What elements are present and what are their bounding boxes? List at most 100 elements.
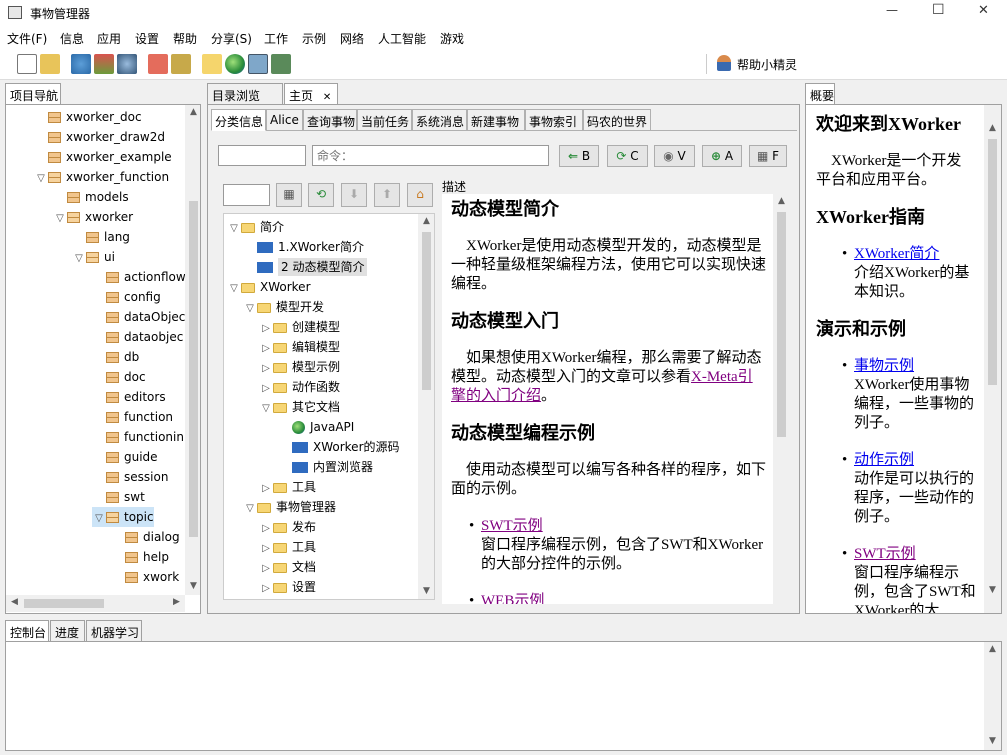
menu-file[interactable]: 文件(F)	[7, 30, 47, 47]
things-example-link[interactable]: 事物示例	[854, 358, 914, 374]
project-tree-item[interactable]: xworker_draw2d	[34, 127, 165, 147]
plugin-icon[interactable]	[171, 54, 191, 74]
action-example-link[interactable]: 动作示例	[854, 452, 914, 468]
overview-vscroll[interactable]: ▲ ▼	[984, 105, 1001, 613]
category-tree-item[interactable]: ▷ 动作函数	[259, 377, 340, 397]
collapse-arrow-icon[interactable]: ▷	[259, 359, 273, 379]
refresh-c-button[interactable]: ⟳ C	[607, 145, 648, 167]
collapse-arrow-icon[interactable]: ▷	[259, 539, 273, 559]
collapse-arrow-icon[interactable]: ▷	[259, 579, 273, 599]
menu-settings[interactable]: 设置	[135, 30, 159, 47]
category-tree-item[interactable]: ▽ 事物管理器	[243, 497, 336, 517]
category-tree-item[interactable]: ▷ 编辑模型	[259, 337, 340, 357]
expand-arrow-icon[interactable]: ▽	[259, 399, 273, 419]
tree-home-button[interactable]: ⌂	[407, 183, 433, 207]
menu-examples[interactable]: 示例	[302, 30, 326, 47]
project-tree-vscroll[interactable]: ▲ ▼	[185, 105, 200, 595]
category-tree-item[interactable]: ▽ XWorker	[227, 277, 310, 299]
category-subtab[interactable]: 系统消息	[412, 109, 467, 131]
tree-up-button[interactable]: ⬆	[374, 183, 400, 207]
category-tree-item[interactable]: ▷ 创建模型	[259, 317, 340, 337]
find-f-button[interactable]: ▦ F	[749, 145, 787, 167]
web-example-link[interactable]: WEB示例	[481, 593, 544, 604]
project-tree-item[interactable]: ▽ xworker_function	[34, 167, 169, 187]
scroll-up-arrow[interactable]: ▲	[773, 196, 790, 206]
project-tree-item[interactable]: config	[92, 287, 161, 307]
project-tree-item[interactable]: help	[111, 547, 169, 567]
category-subtab[interactable]: 分类信息	[211, 109, 266, 131]
new-file-icon[interactable]	[17, 54, 37, 74]
scroll-up-arrow[interactable]: ▲	[185, 107, 200, 117]
expand-arrow-icon[interactable]: ▽	[34, 169, 48, 189]
menu-work[interactable]: 工作	[264, 30, 288, 47]
category-subtab[interactable]: 当前任务	[357, 109, 412, 131]
scroll-left-arrow[interactable]: ◀	[6, 597, 23, 607]
project-tree-item[interactable]: dataObjec	[92, 307, 185, 327]
expand-arrow-icon[interactable]: ▽	[72, 249, 86, 269]
tab-machine-learning[interactable]: 机器学习	[86, 620, 142, 642]
menu-app[interactable]: 应用	[97, 30, 121, 47]
project-tree-item[interactable]: xworker_doc	[34, 107, 142, 127]
view-v-button[interactable]: ◉ V	[654, 145, 695, 167]
scroll-right-arrow[interactable]: ▶	[168, 597, 185, 607]
scroll-thumb[interactable]	[988, 139, 997, 385]
tab-progress[interactable]: 进度	[50, 620, 85, 642]
category-tree-item[interactable]: ▽ 模型开发	[243, 297, 324, 317]
monitor-icon[interactable]	[271, 54, 291, 74]
scroll-down-arrow[interactable]: ▼	[984, 736, 1001, 746]
expand-arrow-icon[interactable]: ▽	[53, 209, 67, 229]
add-a-button[interactable]: ⊕ A	[702, 145, 742, 167]
category-tree-item[interactable]: ▽ 其它文档	[259, 397, 340, 417]
expand-arrow-icon[interactable]: ▽	[227, 279, 241, 299]
tab-directory-browse[interactable]: 目录浏览	[207, 83, 283, 105]
tab-overview[interactable]: 概要	[805, 83, 835, 105]
scroll-thumb[interactable]	[422, 232, 431, 390]
search-input[interactable]	[218, 145, 306, 166]
category-tree-item[interactable]: ▷ 工具	[259, 477, 316, 497]
project-tree-item[interactable]: doc	[92, 367, 146, 387]
category-tree-item[interactable]: ▷ 工具	[259, 537, 316, 557]
project-tree-item[interactable]: function	[92, 407, 173, 427]
project-tree-item[interactable]: guide	[92, 447, 158, 467]
scroll-thumb[interactable]	[777, 212, 786, 437]
collapse-arrow-icon[interactable]: ▷	[259, 379, 273, 399]
tab-console[interactable]: 控制台	[5, 620, 49, 642]
project-tree-item[interactable]: xworker_example	[34, 147, 172, 167]
helper-button[interactable]: 帮助小精灵	[737, 56, 797, 73]
category-tree-vscroll[interactable]: ▲ ▼	[418, 214, 434, 599]
scroll-down-arrow[interactable]: ▼	[185, 581, 200, 591]
swt-example-link[interactable]: SWT示例	[481, 518, 543, 534]
category-tree-item[interactable]: ▷ 模型示例	[259, 357, 340, 377]
category-subtab[interactable]: 事物索引	[525, 109, 583, 131]
scroll-up-arrow[interactable]: ▲	[984, 644, 1001, 654]
globe-icon[interactable]	[225, 54, 245, 74]
category-tree-item[interactable]: ▷ 设置	[259, 577, 316, 597]
project-tree-item[interactable]: editors	[92, 387, 166, 407]
tree-filter-input[interactable]	[223, 184, 270, 206]
expand-arrow-icon[interactable]: ▽	[227, 219, 241, 239]
tree-refresh-button[interactable]: ⟲	[308, 183, 334, 207]
category-tree-item[interactable]: XWorker的源码	[278, 437, 400, 457]
menu-ai[interactable]: 人工智能	[378, 30, 426, 47]
image-icon[interactable]	[94, 54, 114, 74]
tree-search-button[interactable]: ▦	[276, 183, 302, 207]
category-tree-item[interactable]: ▷ 发布	[259, 517, 316, 537]
swt-demo-link[interactable]: SWT示例	[854, 546, 916, 562]
project-tree-item[interactable]: actionflow	[92, 267, 186, 287]
scroll-up-arrow[interactable]: ▲	[418, 216, 434, 226]
category-tree-item[interactable]: 2 动态模型简介	[243, 257, 368, 277]
category-tree-item[interactable]: 内置浏览器	[278, 457, 373, 477]
menu-help[interactable]: 帮助	[173, 30, 197, 47]
project-tree-item[interactable]: xwork	[111, 567, 179, 587]
category-subtab[interactable]: Alice	[266, 109, 303, 131]
project-tree-item[interactable]: models	[53, 187, 129, 207]
console-vscroll[interactable]: ▲ ▼	[984, 642, 1001, 750]
tree-down-button[interactable]: ⬇	[341, 183, 367, 207]
minimize-button[interactable]: —	[886, 3, 898, 17]
project-tree-item[interactable]: ▽ xworker	[53, 207, 133, 227]
expand-arrow-icon[interactable]: ▽	[243, 299, 257, 319]
description-vscroll[interactable]: ▲	[773, 194, 790, 604]
collapse-arrow-icon[interactable]: ▷	[259, 559, 273, 579]
category-subtab[interactable]: 码农的世界	[583, 109, 651, 131]
category-subtab[interactable]: 查询事物	[303, 109, 357, 131]
